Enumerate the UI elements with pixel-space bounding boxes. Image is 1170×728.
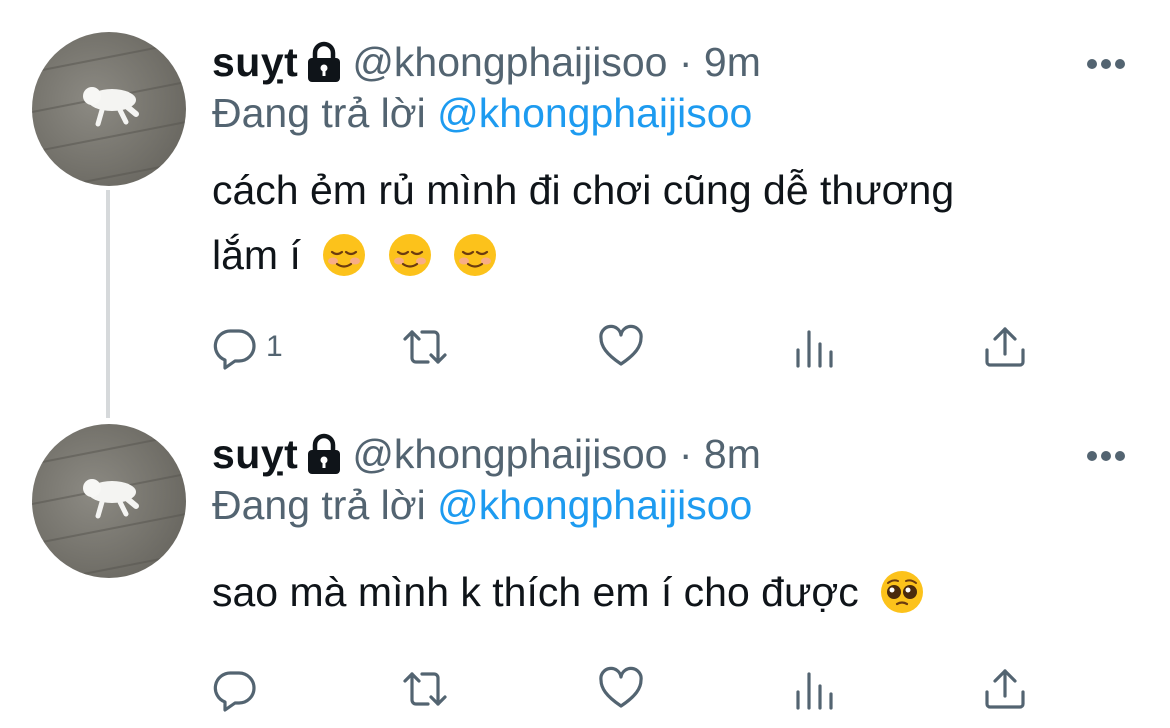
lock-icon — [308, 433, 341, 474]
pleading-face-icon — [881, 571, 924, 613]
reply-button[interactable]: 1 — [212, 322, 283, 372]
replying-to-label: Đang trả lời — [212, 482, 426, 528]
more-icon[interactable] — [1086, 450, 1126, 462]
like-icon — [599, 324, 643, 366]
like-button[interactable] — [598, 322, 644, 372]
reply-icon — [213, 329, 256, 370]
views-icon — [796, 330, 833, 368]
retweet-button[interactable] — [402, 664, 448, 714]
like-button[interactable] — [598, 664, 644, 714]
tweet-text: cách ẻm rủ mình đi chơi cũng dễ thương l… — [212, 158, 954, 288]
share-icon — [985, 669, 1025, 709]
reply-icon — [213, 671, 256, 712]
reply-count: 1 — [266, 330, 283, 363]
tweet-text-line-with-emoji: lắm í — [212, 223, 954, 288]
handle-and-time[interactable]: @khongphaijisoo · 8m — [352, 431, 761, 478]
like-icon — [599, 666, 643, 708]
tweet-1[interactable]: suỵt @khongphaijisoo · 9m Đang trả lời @… — [0, 32, 1170, 402]
smiling-face-icon — [323, 234, 366, 276]
retweet-icon — [403, 672, 447, 706]
tweet-text-line: sao mà mình k thích em í cho được — [212, 569, 859, 615]
reply-button[interactable] — [212, 664, 266, 714]
views-button[interactable] — [792, 322, 838, 372]
reply-mention-link[interactable]: @khongphaijisoo — [437, 90, 752, 136]
smiling-face-icon — [388, 234, 431, 276]
reply-mention-link[interactable]: @khongphaijisoo — [437, 482, 752, 528]
display-name[interactable]: suỵt — [212, 39, 298, 86]
more-icon[interactable] — [1086, 58, 1126, 70]
views-button[interactable] — [792, 664, 838, 714]
retweet-icon — [403, 330, 447, 364]
avatar[interactable] — [32, 32, 186, 186]
avatar[interactable] — [32, 424, 186, 578]
replying-to: Đang trả lời @khongphaijisoo — [212, 482, 752, 529]
tweet-header: suỵt @khongphaijisoo · 8m — [212, 424, 761, 484]
tweet-2[interactable]: suỵt @khongphaijisoo · 8m Đang trả lời @… — [0, 424, 1170, 728]
replying-to: Đang trả lời @khongphaijisoo — [212, 90, 752, 137]
tweet-header: suỵt @khongphaijisoo · 9m — [212, 32, 761, 92]
display-name[interactable]: suỵt — [212, 431, 298, 478]
tweet-text: sao mà mình k thích em í cho được — [212, 560, 924, 625]
share-button[interactable] — [982, 664, 1028, 714]
avatar-photo — [32, 41, 186, 186]
tweet-text-line: cách ẻm rủ mình đi chơi cũng dễ thương — [212, 167, 955, 213]
handle-and-time[interactable]: @khongphaijisoo · 9m — [352, 39, 761, 86]
views-icon — [796, 672, 833, 710]
tweet-actions: 1 — [212, 322, 1052, 372]
tweet-text-line: lắm í — [212, 232, 301, 278]
lock-icon — [308, 41, 341, 82]
replying-to-label: Đang trả lời — [212, 90, 426, 136]
retweet-button[interactable] — [402, 322, 448, 372]
share-button[interactable] — [982, 322, 1028, 372]
tweet-text-line-with-emoji: sao mà mình k thích em í cho được — [212, 560, 924, 625]
avatar-photo — [32, 433, 186, 578]
tweet-actions — [212, 664, 1052, 714]
smiling-face-icon — [454, 234, 497, 276]
share-icon — [985, 327, 1025, 367]
